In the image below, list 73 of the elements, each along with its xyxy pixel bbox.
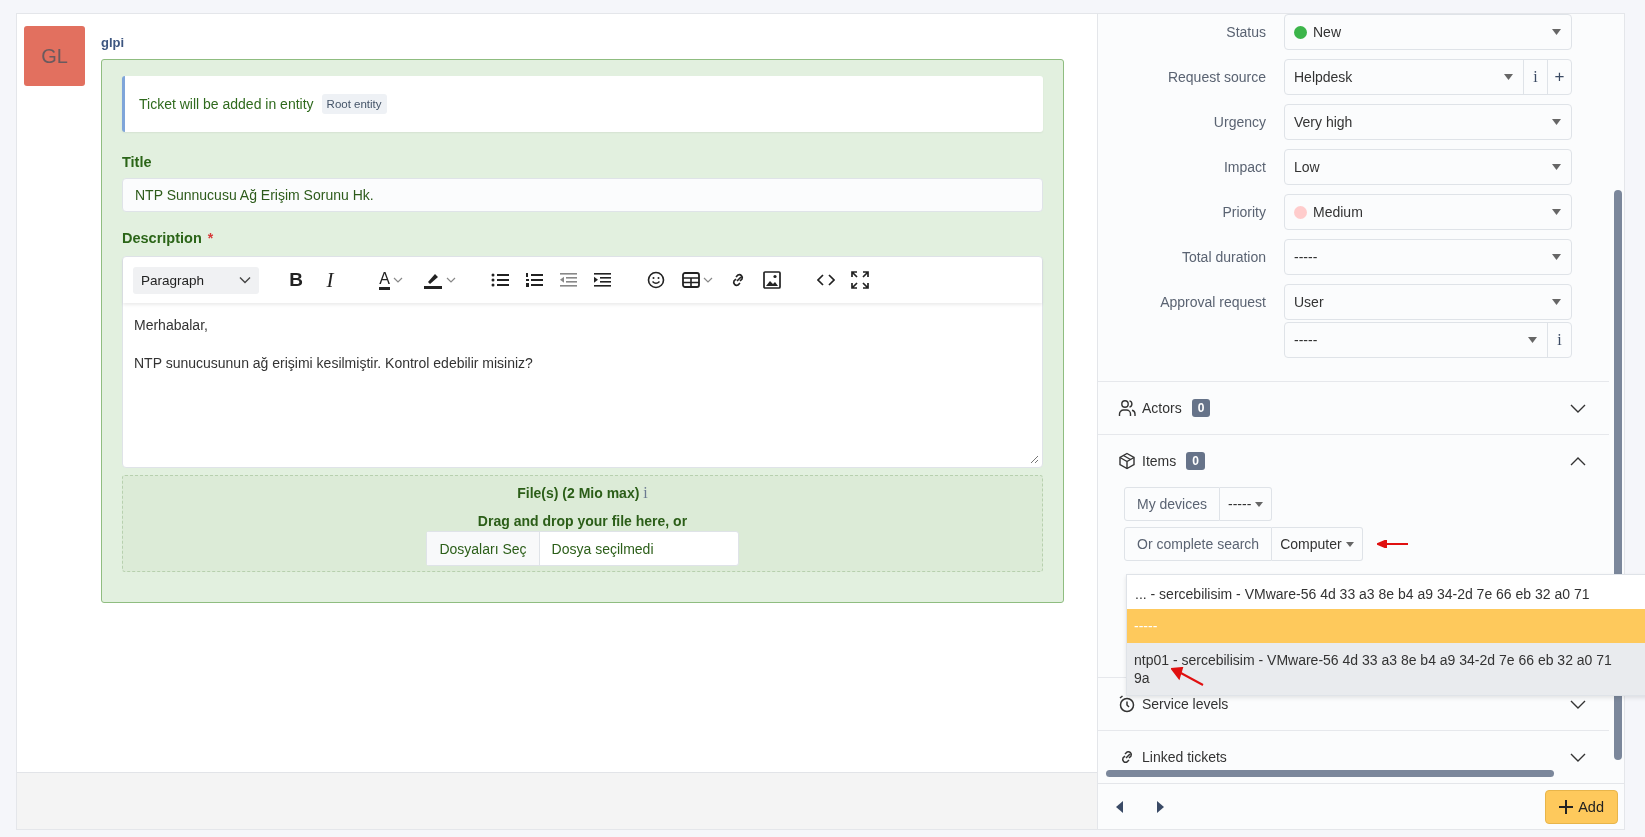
caret-icon	[1552, 299, 1561, 305]
chevron-icon	[1570, 456, 1586, 466]
author-name: glpi	[101, 35, 125, 50]
caret-icon	[1552, 119, 1561, 125]
chevron-icon	[1570, 699, 1586, 709]
dropdown-option[interactable]: ntp01 - sercebilisim - VMware-56 4d 33 a3 8e b4 a9 34-2d 7e 66 eb 32 a0 71 9a	[1127, 643, 1645, 695]
format-select[interactable]: Paragraph	[133, 266, 259, 294]
caret-icon	[1552, 29, 1561, 35]
avatar: GL	[24, 26, 85, 86]
select-field[interactable]: Very high	[1285, 105, 1571, 139]
select-field[interactable]: Medium	[1285, 195, 1571, 229]
table-icon	[681, 272, 700, 288]
device-select[interactable]: -----	[1220, 487, 1273, 521]
field-label: Impact	[1223, 159, 1266, 175]
field-label: Request source	[1166, 69, 1266, 85]
field-label: Description	[122, 230, 202, 246]
text-color-button[interactable]: A	[367, 265, 415, 295]
item-type-select[interactable]: Computer	[1272, 527, 1363, 561]
search-label: Or complete search	[1124, 527, 1273, 561]
field-label: Priority	[1221, 204, 1266, 220]
count-badge: 0	[1191, 399, 1211, 417]
field-label: Total duration	[1180, 249, 1266, 265]
entity-badge: Root entity	[321, 94, 387, 114]
drop-text: Drag and drop your file here, or	[477, 513, 688, 529]
dropdown-option[interactable]: ... - sercebilisim - VMware-56 4d 33 a3 8e b4 a9 34-2d 7e 66 eb 32 a0 71	[1127, 575, 1645, 609]
select-field[interactable]: User	[1285, 285, 1571, 319]
resize-handle-icon[interactable]	[1030, 455, 1039, 464]
caret-icon	[1552, 209, 1561, 215]
horizontal-scrollbar[interactable]	[1106, 770, 1554, 777]
select-field[interactable]: Low	[1285, 150, 1571, 184]
field-label: Title	[122, 154, 153, 170]
highlighter-icon	[422, 271, 443, 289]
caret-icon	[392, 276, 403, 284]
caret-icon	[445, 276, 456, 284]
alarm-clock-icon	[1118, 695, 1136, 713]
info-icon[interactable]: i	[643, 484, 648, 502]
select-field[interactable]: New	[1285, 15, 1571, 49]
annotation-arrow	[1376, 540, 1409, 548]
caret-icon	[702, 276, 713, 284]
caret-icon	[1255, 501, 1264, 507]
select-field[interactable]: -----	[1285, 240, 1571, 274]
section-header[interactable]: Items 0	[1098, 434, 1609, 487]
files-label: File(s) (2 Mio max)	[517, 485, 640, 501]
editor-text-line: NTP sunucusunun ağ erişimi kesilmiştir. Kontrol edebilir misiniz?	[134, 355, 533, 371]
caret-icon	[239, 276, 251, 284]
file-dropzone[interactable]: File(s) (2 Mio max) i Drag and drop your file here, or Dosyaları Seç Dosya seçilmedi	[122, 475, 1043, 572]
annotation-arrow	[1171, 667, 1205, 687]
title-field[interactable]: NTP Sunnucusu Ağ Erişim Sorunu Hk.	[122, 178, 1043, 212]
field-label: Urgency	[1212, 114, 1266, 130]
my-devices-label: My devices	[1124, 487, 1221, 521]
chevron-icon	[1570, 752, 1586, 762]
previous-icon[interactable]	[1116, 800, 1124, 813]
add-button[interactable]: Add	[1545, 789, 1618, 824]
count-badge: 0	[1186, 452, 1205, 470]
caret-icon	[1552, 164, 1561, 170]
editor-text-line: Merhabalar,	[134, 317, 208, 333]
plus-icon	[1559, 799, 1574, 814]
people-icon	[1118, 399, 1136, 417]
caret-icon	[1552, 254, 1561, 260]
field-label: Status	[1225, 24, 1266, 40]
caret-icon	[1345, 541, 1354, 547]
choose-files-button[interactable]: Dosyaları Seç	[427, 532, 540, 565]
italic-button[interactable]: I	[313, 265, 347, 295]
required-mark: *	[207, 230, 214, 246]
chevron-icon	[1570, 403, 1586, 413]
file-status: Dosya seçilmedi	[550, 539, 655, 559]
next-icon[interactable]	[1156, 800, 1164, 813]
cube-icon	[1118, 452, 1136, 470]
bold-button[interactable]: B	[279, 265, 313, 295]
section-header[interactable]: Actors 0	[1098, 381, 1609, 434]
info-text: Ticket will be added in entity	[139, 96, 314, 112]
field-label: Approval request	[1159, 294, 1266, 310]
file-input[interactable]: Dosyaları Seç Dosya seçilmedi	[426, 531, 739, 566]
